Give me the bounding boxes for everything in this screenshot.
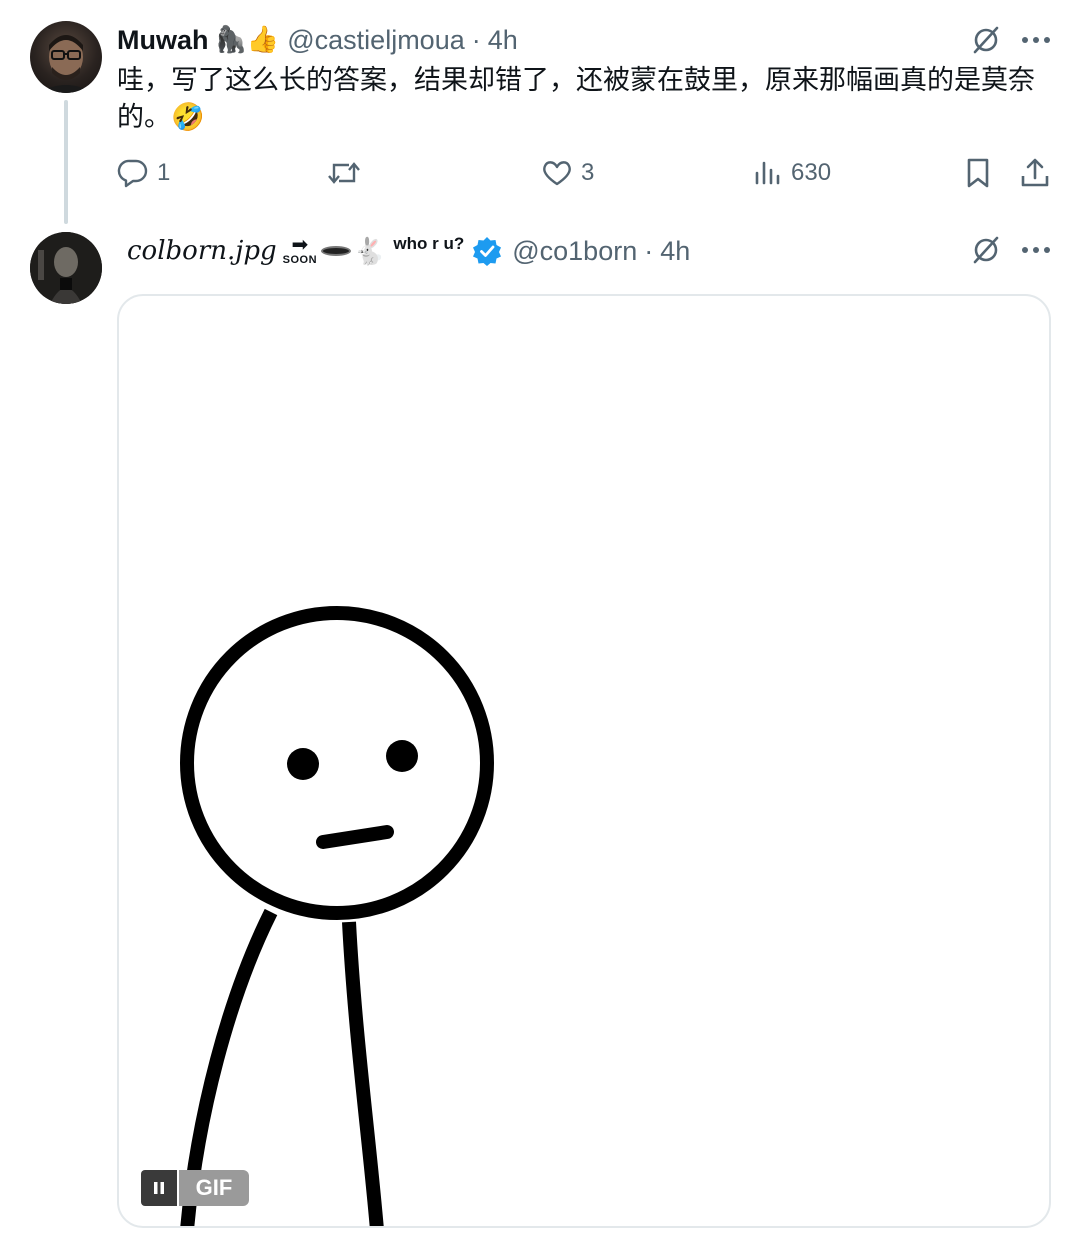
verified-badge-icon[interactable] — [472, 236, 502, 266]
retweet-icon — [328, 162, 360, 184]
bookmark-button[interactable] — [963, 152, 993, 194]
like-count: 3 — [581, 159, 595, 186]
thread-line — [64, 100, 68, 224]
avatar-colborn[interactable] — [30, 232, 102, 304]
gif-badge: GIF — [179, 1170, 249, 1206]
tweet2-display-name[interactable]: colborn.jpg — [127, 236, 277, 266]
like-icon — [543, 161, 571, 186]
soon-badge: ➡ SOON — [282, 234, 318, 266]
tweet2-header: colborn.jpg ➡ SOON 🐇 who r u? @co1born ·… — [127, 232, 690, 270]
retweet-button[interactable] — [327, 152, 361, 194]
tweet1-display-name[interactable]: Muwah — [117, 25, 209, 56]
views-icon — [755, 161, 780, 185]
tweet1-separator: · — [471, 24, 481, 55]
reply-icon — [117, 159, 148, 188]
tweet1-timestamp[interactable]: 4h — [488, 25, 518, 56]
grok-icon[interactable] — [968, 232, 1004, 268]
tweet2-handle[interactable]: @co1born — [512, 236, 637, 267]
tweet1-name-emojis: 🦍👍 — [214, 25, 280, 55]
stick-figure-drawing — [180, 606, 494, 1226]
tweet1-action-bar: 1 3 630 — [117, 152, 1057, 194]
tweet1-handle[interactable]: @castieljmoua — [287, 25, 464, 56]
reply-count: 1 — [157, 159, 171, 186]
soon-text: SOON — [282, 254, 318, 266]
like-button[interactable]: 3 — [541, 152, 594, 194]
tweet2-name-decorations: ➡ SOON 🐇 who r u? — [282, 234, 465, 267]
tweet2-gif-media[interactable]: GIF — [117, 294, 1051, 1228]
pause-icon[interactable] — [141, 1170, 177, 1206]
bookmark-icon — [967, 158, 989, 188]
avatar-muwah-image — [38, 35, 94, 93]
who-r-u-text: who r u? — [393, 234, 465, 253]
views-count: 630 — [791, 159, 832, 186]
avatar-colborn-image — [30, 232, 102, 304]
tweet2-separator: · — [644, 235, 654, 266]
more-icon[interactable] — [1018, 22, 1054, 58]
more-icon[interactable] — [1018, 232, 1054, 268]
share-icon — [1021, 158, 1049, 187]
soon-arrow-icon: ➡ — [291, 234, 309, 256]
views-button[interactable]: 630 — [753, 152, 831, 194]
share-button[interactable] — [1019, 152, 1051, 194]
avatar-muwah[interactable] — [30, 21, 102, 93]
tweet1-text: 哇，写了这么长的答案，结果却错了，还被蒙在鼓里，原来那幅画真的是莫奈的。🤣 — [117, 65, 1035, 133]
reply-button[interactable]: 1 — [117, 152, 170, 194]
rabbit-icon: 🐇 — [353, 235, 386, 266]
grok-icon[interactable] — [968, 22, 1004, 58]
gif-controls: GIF — [141, 1170, 249, 1206]
tweet1-header: Muwah 🦍👍 @castieljmoua · 4h — [117, 22, 518, 58]
tweet2-timestamp[interactable]: 4h — [660, 236, 690, 267]
hole-icon — [321, 246, 352, 256]
